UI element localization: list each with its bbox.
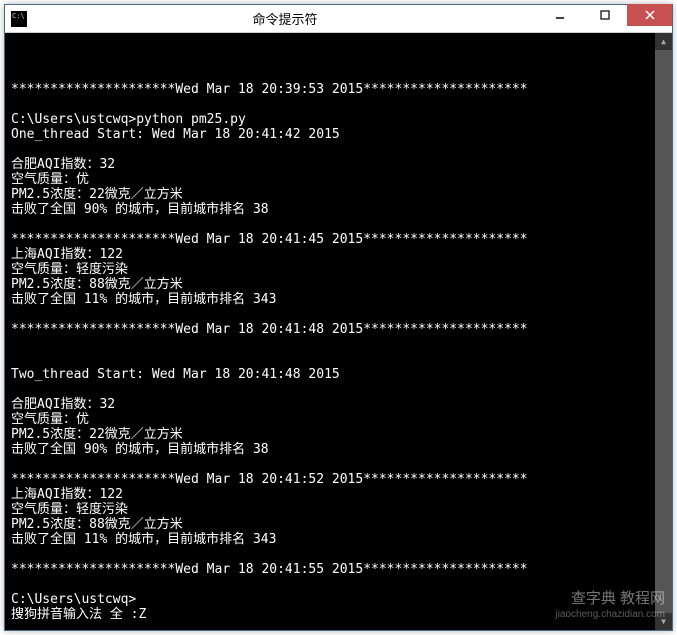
scrollbar-thumb[interactable] xyxy=(655,50,672,613)
minimize-button[interactable] xyxy=(537,4,582,26)
terminal-line: 击败了全国 90% 的城市，目前城市排名 38 xyxy=(11,442,666,457)
terminal-line: *********************Wed Mar 18 20:41:45… xyxy=(11,232,666,247)
terminal-line: 上海AQI指数：122 xyxy=(11,247,666,262)
terminal-line: 击败了全国 11% 的城市，目前城市排名 343 xyxy=(11,292,666,307)
terminal-line: 击败了全国 11% 的城市，目前城市排名 343 xyxy=(11,532,666,547)
close-icon xyxy=(645,10,655,20)
terminal-line xyxy=(11,307,666,322)
terminal-line: PM2.5浓度：88微克／立方米 xyxy=(11,277,666,292)
scroll-up-arrow-icon[interactable]: ▲ xyxy=(655,33,672,50)
titlebar[interactable]: 命令提示符 xyxy=(5,5,672,33)
terminal-line: *********************Wed Mar 18 20:41:48… xyxy=(11,322,666,337)
terminal-line xyxy=(11,217,666,232)
maximize-icon xyxy=(600,10,610,20)
command-prompt-window: 命令提示符 *********************Wed Mar 18 20… xyxy=(4,4,673,631)
terminal-line: *********************Wed Mar 18 20:41:55… xyxy=(11,562,666,577)
terminal-line: Two_thread Start: Wed Mar 18 20:41:48 20… xyxy=(11,367,666,382)
terminal-line: 空气质量：优 xyxy=(11,412,666,427)
terminal-line xyxy=(11,67,666,82)
terminal-line: 合肥AQI指数：32 xyxy=(11,397,666,412)
close-button[interactable] xyxy=(627,4,672,26)
terminal-line xyxy=(11,577,666,592)
terminal-line xyxy=(11,142,666,157)
terminal-line: PM2.5浓度：88微克／立方米 xyxy=(11,517,666,532)
terminal-output[interactable]: *********************Wed Mar 18 20:39:53… xyxy=(5,33,672,630)
terminal-line xyxy=(11,352,666,367)
terminal-line: C:\Users\ustcwq> xyxy=(11,592,666,607)
terminal-line: 空气质量：轻度污染 xyxy=(11,502,666,517)
terminal-content: *********************Wed Mar 18 20:39:53… xyxy=(11,67,666,622)
terminal-line: PM2.5浓度：22微克／立方米 xyxy=(11,187,666,202)
terminal-line: 上海AQI指数：122 xyxy=(11,487,666,502)
terminal-line xyxy=(11,457,666,472)
scrollbar[interactable]: ▲ ▼ xyxy=(655,33,672,630)
terminal-line xyxy=(11,97,666,112)
terminal-line: 击败了全国 90% 的城市，目前城市排名 38 xyxy=(11,202,666,217)
terminal-line: *********************Wed Mar 18 20:39:53… xyxy=(11,82,666,97)
terminal-line: PM2.5浓度：22微克／立方米 xyxy=(11,427,666,442)
scrollbar-track[interactable] xyxy=(655,50,672,613)
terminal-line: 合肥AQI指数：32 xyxy=(11,157,666,172)
terminal-line xyxy=(11,382,666,397)
terminal-line: 搜狗拼音输入法 全 :Z xyxy=(11,607,666,622)
terminal-line: C:\Users\ustcwq>python pm25.py xyxy=(11,112,666,127)
scroll-down-arrow-icon[interactable]: ▼ xyxy=(655,613,672,630)
cmd-icon xyxy=(11,11,27,27)
terminal-line xyxy=(11,547,666,562)
maximize-button[interactable] xyxy=(582,4,627,26)
terminal-line: One_thread Start: Wed Mar 18 20:41:42 20… xyxy=(11,127,666,142)
terminal-line: 空气质量：优 xyxy=(11,172,666,187)
window-controls xyxy=(537,5,672,32)
window-title: 命令提示符 xyxy=(33,9,537,28)
minimize-icon xyxy=(555,10,565,20)
terminal-line: 空气质量：轻度污染 xyxy=(11,262,666,277)
terminal-line: *********************Wed Mar 18 20:41:52… xyxy=(11,472,666,487)
terminal-line xyxy=(11,337,666,352)
